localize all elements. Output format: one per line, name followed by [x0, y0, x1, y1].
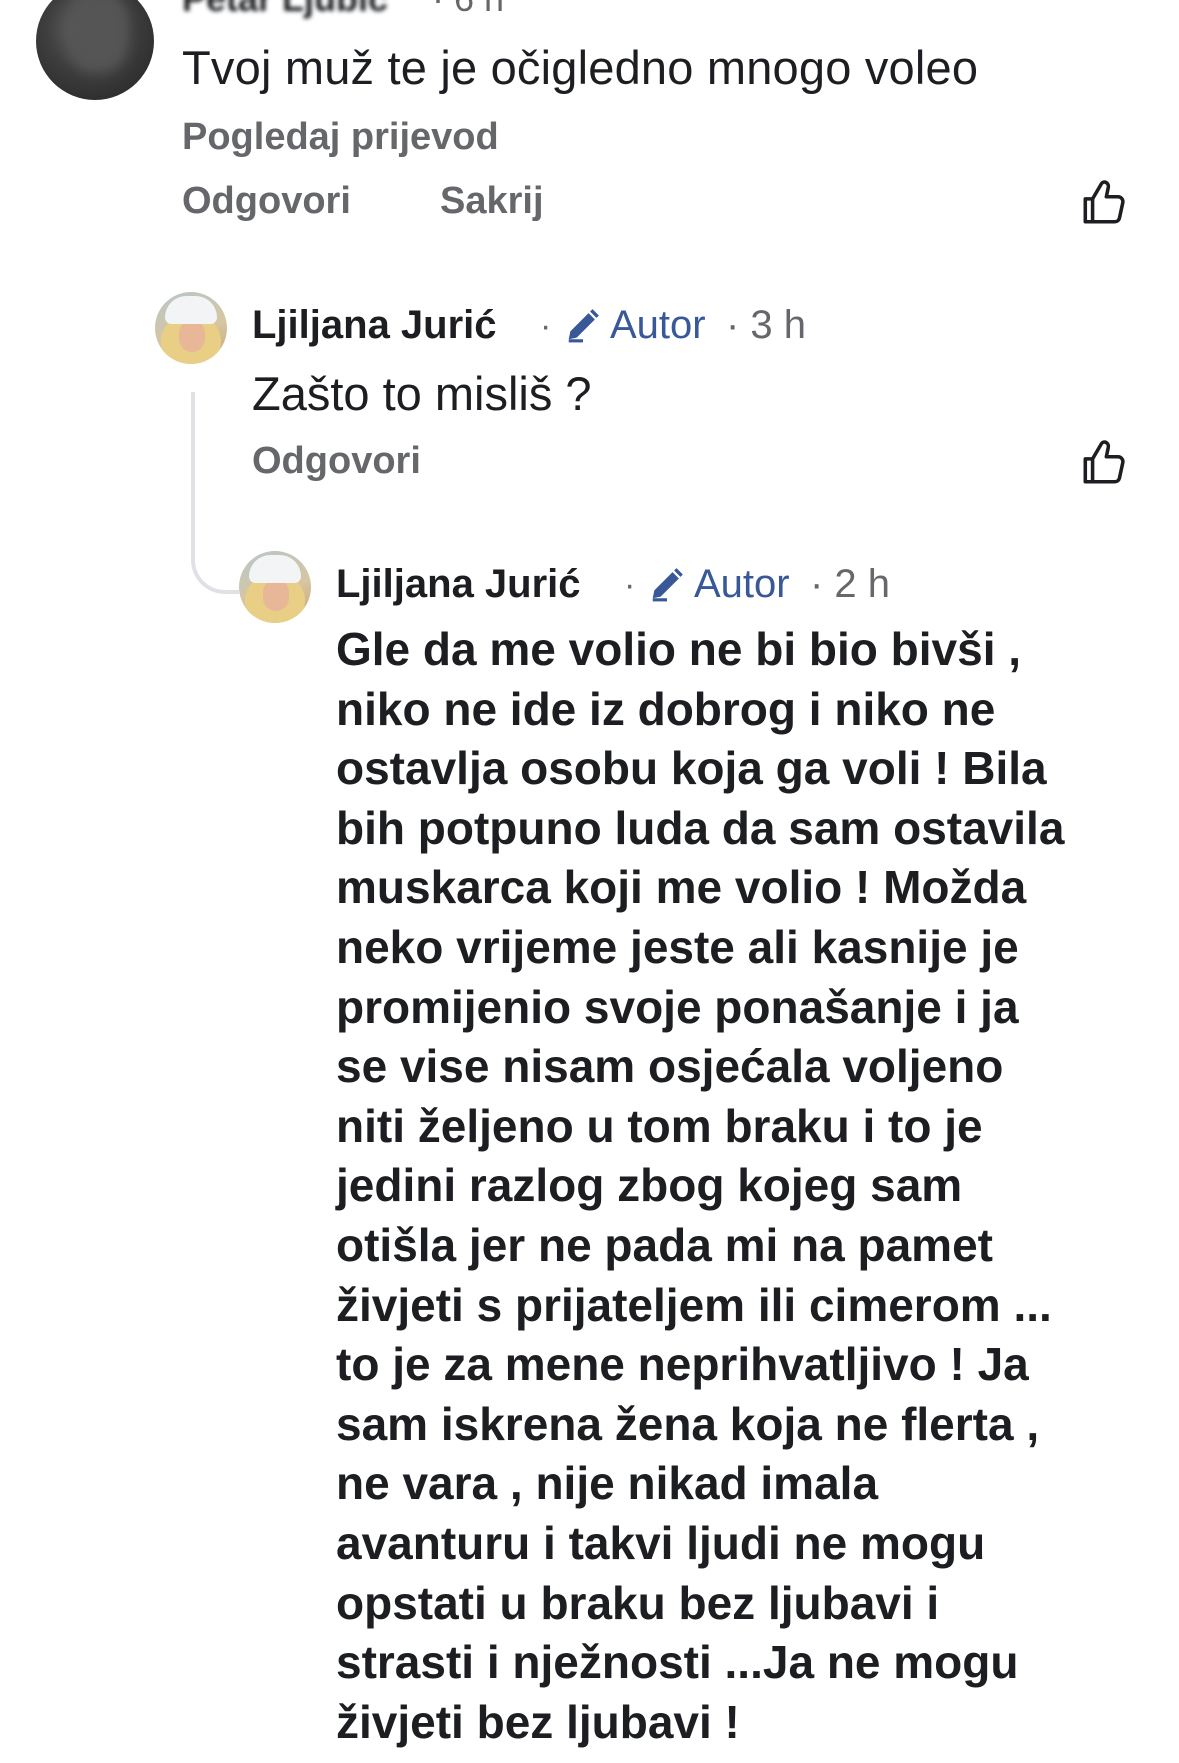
text-line: bih potpuno luda da sam ostavila	[336, 801, 1065, 854]
text-line: živjeti s prijateljem ili cimerom ...	[336, 1278, 1052, 1331]
reply1-avatar[interactable]	[155, 292, 227, 364]
avatar-cap	[249, 555, 301, 583]
text-line: niti željeno u tom braku i to je	[336, 1099, 983, 1152]
comment-text: Tvoj muž te je očigledno mnogo voleo	[182, 41, 979, 94]
text-line: jedini razlog zbog kojeg sam	[336, 1159, 963, 1212]
reply1-separator: ·	[540, 307, 552, 345]
text-line: ostavlja osobu koja ga voli ! Bila	[336, 742, 1047, 795]
text-line: opstati u braku bez ljubavi i	[336, 1576, 940, 1629]
text-line: strasti i nježnosti ...Ja ne mogu	[336, 1636, 1019, 1689]
reply2-author-badge: Autor	[694, 562, 790, 606]
reply2-author-name[interactable]: Ljiljana Jurić	[336, 562, 581, 607]
pencil-icon	[648, 565, 686, 608]
text-line: niko ne ide iz dobrog i niko ne	[336, 682, 996, 735]
see-translation-link[interactable]: Pogledaj prijevod	[182, 116, 499, 159]
text-line: živjeti bez ljubavi !	[336, 1695, 740, 1748]
commenter-avatar[interactable]	[36, 0, 154, 100]
text-line: Gle da me volio ne bi bio bivši ,	[336, 623, 1022, 675]
text-line: ne vara , nije nikad imala	[336, 1457, 879, 1510]
avatar-cap	[165, 296, 217, 324]
text-line: to je za mene neprihvatljivo ! Ja	[336, 1338, 1029, 1391]
comment-author-name[interactable]: Petar Ljubic	[182, 0, 388, 20]
text-line: muskarca koji me volio ! Možda	[336, 861, 1027, 914]
avatar-blur	[68, 0, 128, 72]
text-line: neko vrijeme jeste ali kasnije je	[336, 920, 1019, 973]
reply1-text: Zašto to misliš ?	[252, 367, 592, 420]
like-icon[interactable]	[1078, 178, 1128, 228]
text-line: se vise nisam osjećala voljeno	[336, 1040, 1004, 1093]
text-line: promijenio svoje ponašanje i ja	[336, 980, 1019, 1033]
pencil-icon	[564, 306, 602, 349]
thread-connector	[191, 392, 239, 594]
reply2-text: Gle da me volio ne bi bio bivši , niko n…	[336, 620, 1156, 1752]
reply1-time: · 3 h	[726, 303, 807, 347]
reply1-reply-button[interactable]: Odgovori	[252, 440, 421, 483]
text-line: avanturu i takvi ljudi ne mogu	[336, 1516, 986, 1569]
text-line: sam iskrena žena koja ne flerta ,	[336, 1397, 1040, 1450]
reply1-like-icon[interactable]	[1078, 438, 1128, 488]
reply1-author-badge: Autor	[610, 303, 706, 347]
hide-button[interactable]: Sakrij	[440, 180, 544, 223]
reply2-avatar[interactable]	[239, 551, 311, 623]
text-line: otišla jer ne pada mi na pamet	[336, 1218, 993, 1271]
avatar-face	[263, 579, 289, 611]
reply-button[interactable]: Odgovori	[182, 180, 351, 223]
avatar-face	[179, 320, 205, 352]
comment-time: · 6 h	[432, 0, 504, 20]
reply2-time: · 2 h	[810, 562, 891, 606]
reply1-author-name[interactable]: Ljiljana Jurić	[252, 303, 497, 348]
reply2-separator: ·	[624, 566, 636, 604]
